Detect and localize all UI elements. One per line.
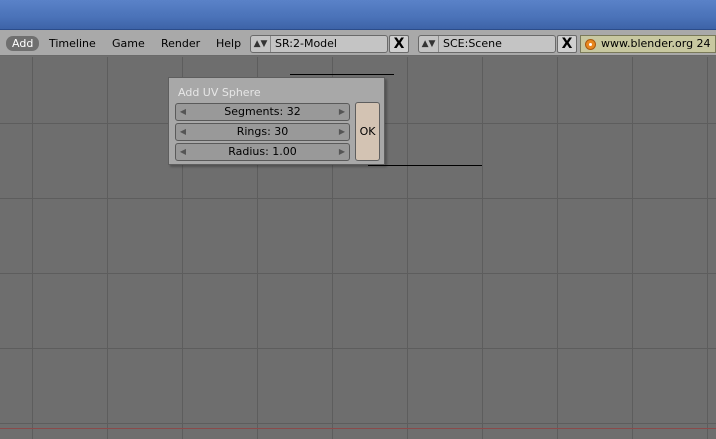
increment-arrow-icon[interactable]: ▶ xyxy=(337,144,347,160)
scene-close-button[interactable]: X xyxy=(557,35,577,53)
decrement-arrow-icon[interactable]: ◀ xyxy=(178,104,188,120)
x-axis-line xyxy=(0,428,716,429)
radius-value[interactable]: Radius: 1.00 xyxy=(228,145,297,158)
scene-name[interactable]: SCE:Scene xyxy=(443,36,502,52)
menu-help[interactable]: Help xyxy=(215,36,242,51)
increment-arrow-icon[interactable]: ▶ xyxy=(337,104,347,120)
scene-browse-icon[interactable]: ▲▼ xyxy=(419,36,439,52)
blender-website-link[interactable]: www.blender.org 24 xyxy=(580,35,716,53)
blender-logo-icon xyxy=(585,39,596,50)
decrement-arrow-icon[interactable]: ◀ xyxy=(178,144,188,160)
edge-line xyxy=(368,165,482,166)
segments-field[interactable]: ◀ Segments: 32 ▶ xyxy=(175,103,350,121)
segments-value[interactable]: Segments: 32 xyxy=(224,105,300,118)
menu-add[interactable]: Add xyxy=(6,36,40,51)
screen-close-button[interactable]: X xyxy=(389,35,409,53)
decrement-arrow-icon[interactable]: ◀ xyxy=(178,124,188,140)
top-header-bar: Add Timeline Game Render Help ▲▼ SR:2-Mo… xyxy=(0,30,716,56)
menu-render[interactable]: Render xyxy=(160,36,201,51)
dialog-title: Add UV Sphere xyxy=(178,86,261,99)
menu-timeline[interactable]: Timeline xyxy=(48,36,97,51)
rings-value[interactable]: Rings: 30 xyxy=(237,125,289,138)
edge-line xyxy=(290,74,394,75)
menu-game[interactable]: Game xyxy=(111,36,146,51)
blender-link-text[interactable]: www.blender.org 24 xyxy=(601,36,711,52)
ok-button[interactable]: OK xyxy=(355,102,380,161)
add-uv-sphere-dialog: Add UV Sphere ◀ Segments: 32 ▶ ◀ Rings: … xyxy=(168,77,385,165)
increment-arrow-icon[interactable]: ▶ xyxy=(337,124,347,140)
rings-field[interactable]: ◀ Rings: 30 ▶ xyxy=(175,123,350,141)
screen-name[interactable]: SR:2-Model xyxy=(275,36,337,52)
window-title-bar xyxy=(0,0,716,30)
screen-browse-icon[interactable]: ▲▼ xyxy=(251,36,271,52)
radius-field[interactable]: ◀ Radius: 1.00 ▶ xyxy=(175,143,350,161)
scene-select-field[interactable]: ▲▼ SCE:Scene xyxy=(418,35,556,53)
screen-select-field[interactable]: ▲▼ SR:2-Model xyxy=(250,35,388,53)
